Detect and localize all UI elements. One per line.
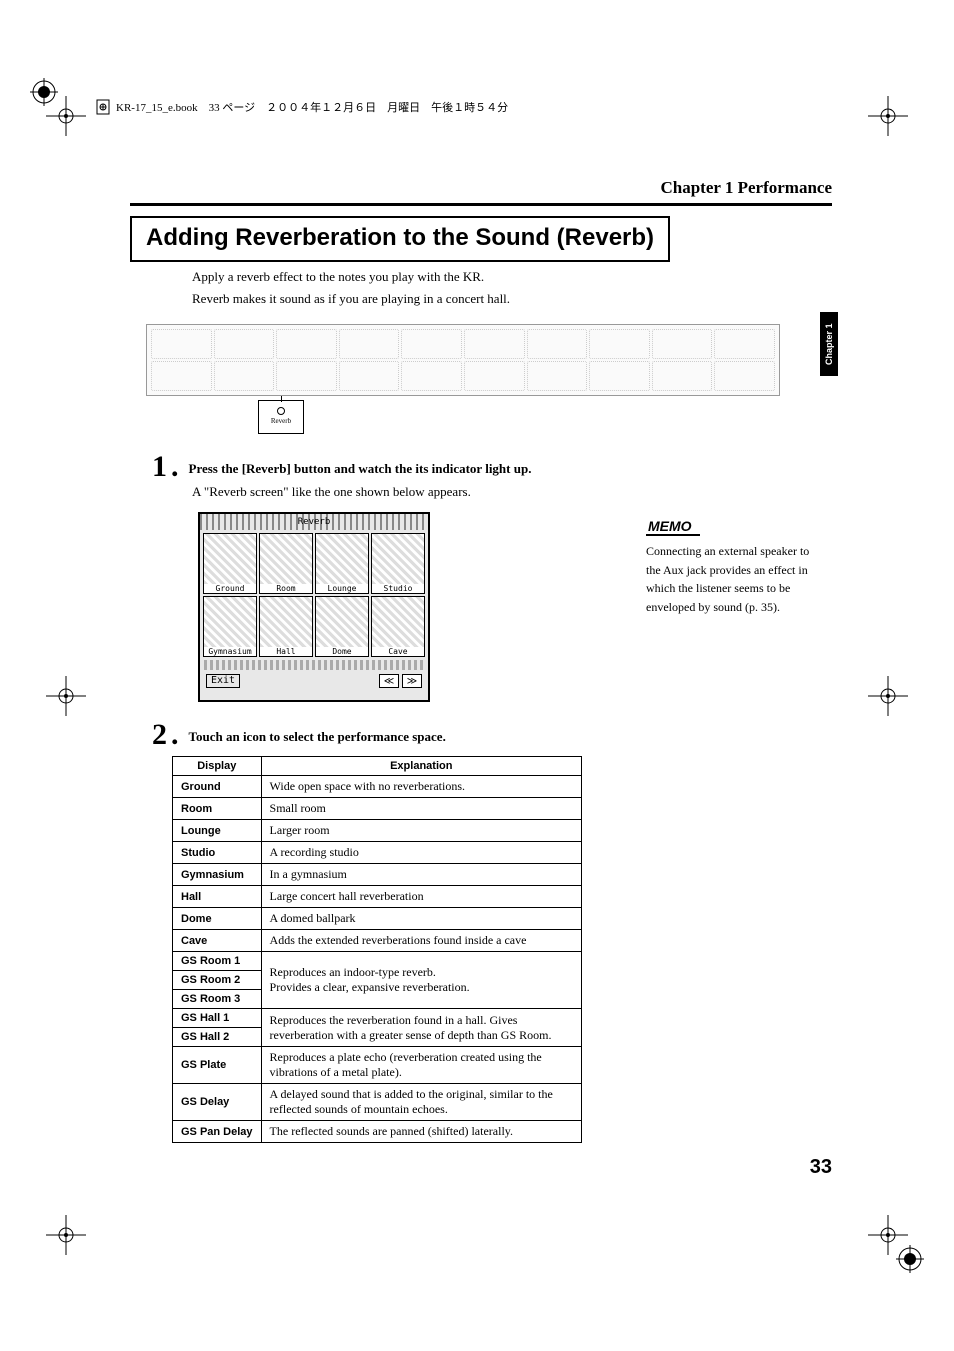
print-header-text: KR-17_15_e.book 33 ページ ２００４年１２月６日 月曜日 午後… (116, 99, 508, 115)
table-header-row: Display Explanation (173, 757, 582, 776)
table-row: GS Room 1Reproduces an indoor-type rever… (173, 952, 582, 971)
step-number: 1 (152, 450, 167, 484)
crop-mark-icon (868, 1215, 908, 1255)
reverb-options-table: Display Explanation GroundWide open spac… (172, 756, 582, 1143)
chapter-heading: Chapter 1 Performance (660, 178, 832, 198)
chapter-side-tab: Chapter 1 (820, 312, 838, 376)
step-number: 2 (152, 718, 167, 752)
reverb-indicator-icon (277, 407, 285, 415)
table-row: LoungeLarger room (173, 820, 582, 842)
crop-mark-icon (46, 676, 86, 716)
step-2-text: Touch an icon to select the performance … (189, 729, 446, 745)
table-row: GymnasiumIn a gymnasium (173, 864, 582, 886)
intro-line: Reverb makes it sound as if you are play… (192, 288, 692, 310)
reverb-button-label: Reverb (259, 417, 303, 425)
reverb-option: Ground (203, 533, 257, 594)
intro-paragraph: Apply a reverb effect to the notes you p… (192, 266, 692, 310)
reverb-option: Studio (371, 533, 425, 594)
page-icon (96, 99, 110, 115)
memo-label: MEMO (646, 518, 700, 536)
reverb-option: Dome (315, 596, 369, 657)
crop-mark-icon (868, 96, 908, 136)
table-row: StudioA recording studio (173, 842, 582, 864)
reverb-exit-button: Exit (206, 674, 240, 688)
crop-mark-icon (868, 676, 908, 716)
step-dot: . (171, 718, 179, 752)
memo-sidebar: MEMO Connecting an external speaker to t… (646, 518, 820, 616)
reverb-prev-icon: ≪ (379, 674, 399, 688)
table-row: GroundWide open space with no reverberat… (173, 776, 582, 798)
main-title-box: Adding Reverberation to the Sound (Rever… (130, 216, 670, 262)
reverb-option: Hall (259, 596, 313, 657)
instrument-panel-illustration (146, 324, 780, 396)
reverb-screen-illustration: Reverb Ground Room Lounge Studio Gymnasi… (198, 512, 430, 702)
page-number: 33 (810, 1156, 832, 1179)
memo-text: Connecting an external speaker to the Au… (646, 542, 820, 616)
crop-mark-icon (46, 1215, 86, 1255)
table-row: GS DelayA delayed sound that is added to… (173, 1084, 582, 1121)
step-1-subtext: A "Reverb screen" like the one shown bel… (192, 484, 471, 500)
table-row: RoomSmall room (173, 798, 582, 820)
step-2: 2. Touch an icon to select the performan… (152, 718, 446, 752)
table-row: CaveAdds the extended reverberations fou… (173, 930, 582, 952)
reverb-option: Room (259, 533, 313, 594)
crop-mark-icon (46, 96, 86, 136)
table-row: GS Pan DelayThe reflected sounds are pan… (173, 1121, 582, 1143)
heading-rule (130, 203, 832, 206)
table-row: GS Hall 1Reproduces the reverberation fo… (173, 1009, 582, 1028)
main-title: Adding Reverberation to the Sound (Rever… (146, 224, 654, 252)
reverb-option: Gymnasium (203, 596, 257, 657)
reverb-option: Lounge (315, 533, 369, 594)
intro-line: Apply a reverb effect to the notes you p… (192, 266, 692, 288)
table-header-explanation: Explanation (261, 757, 581, 776)
reverb-button-callout: Reverb (258, 400, 304, 434)
table-header-display: Display (173, 757, 262, 776)
reverb-screen-title: Reverb (200, 514, 428, 530)
table-row: GS PlateReproduces a plate echo (reverbe… (173, 1047, 582, 1084)
table-row: HallLarge concert hall reverberation (173, 886, 582, 908)
table-row: DomeA domed ballpark (173, 908, 582, 930)
step-1: 1. Press the [Reverb] button and watch t… (152, 450, 531, 484)
step-dot: . (171, 450, 179, 484)
step-1-text: Press the [Reverb] button and watch the … (189, 461, 532, 477)
reverb-option: Cave (371, 596, 425, 657)
reverb-next-icon: ≫ (402, 674, 422, 688)
print-header-line: KR-17_15_e.book 33 ページ ２００４年１２月６日 月曜日 午後… (96, 99, 508, 115)
